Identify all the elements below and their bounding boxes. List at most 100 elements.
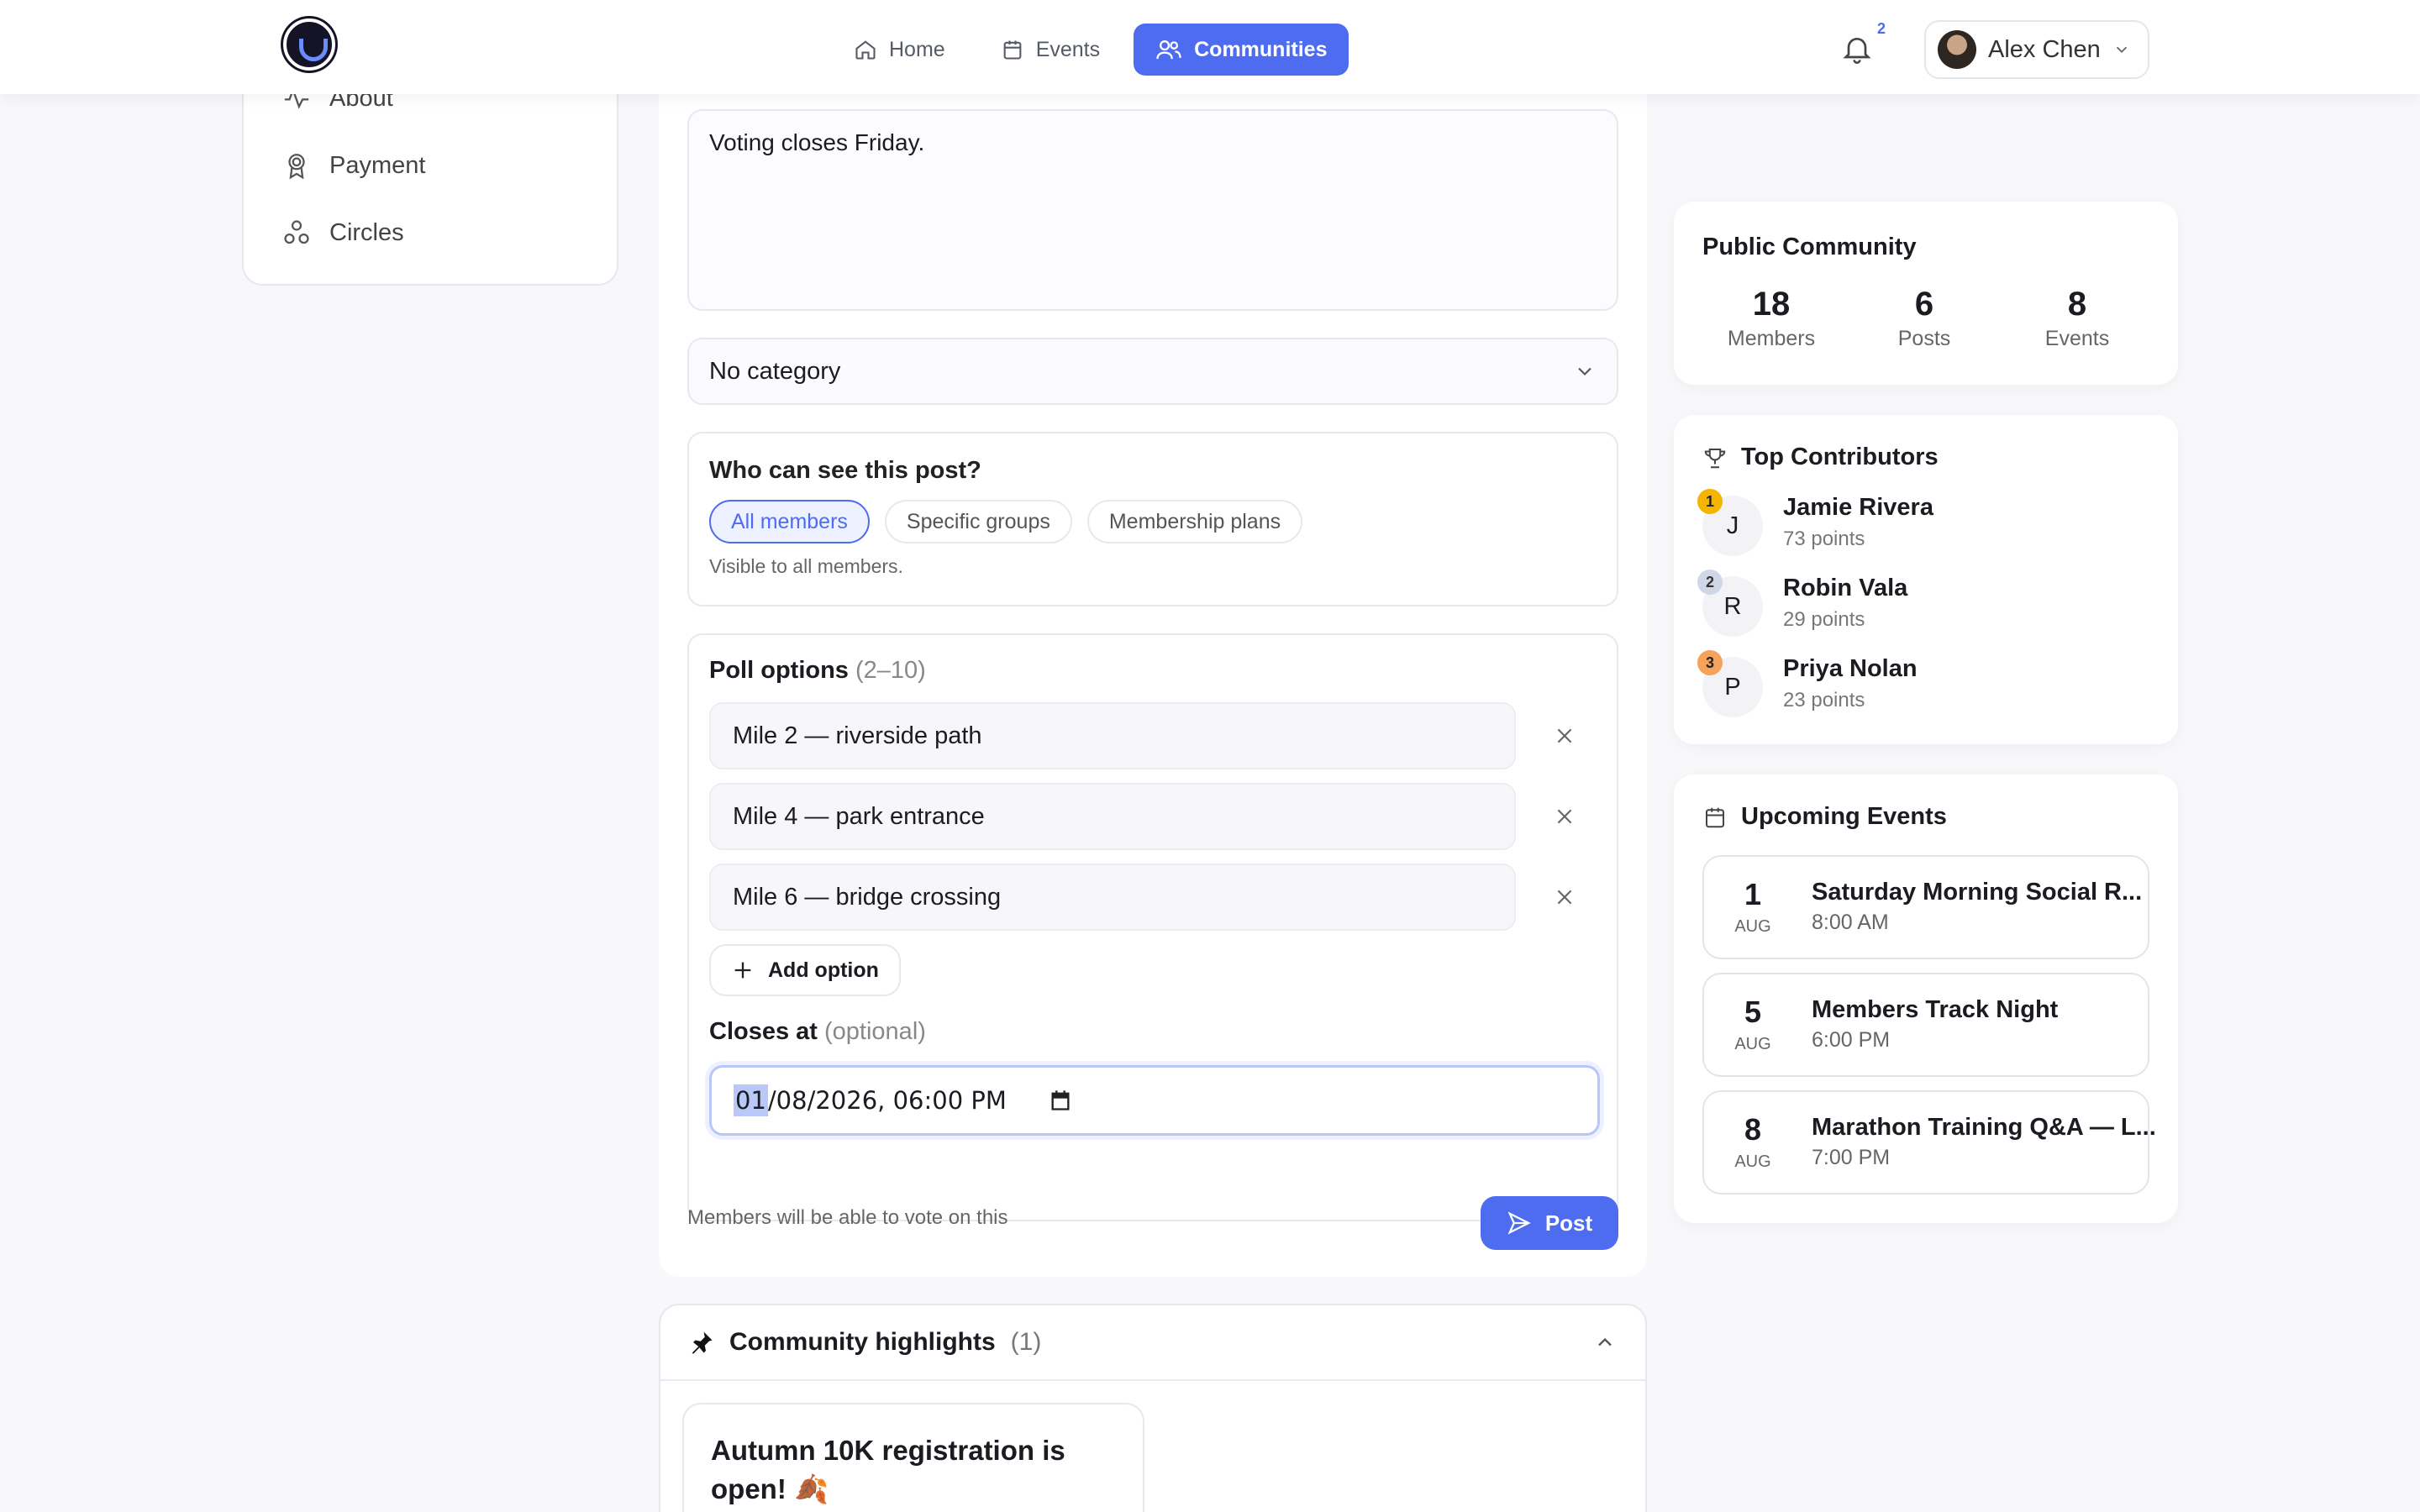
date-rest-segment: /08/2026, 06:00 PM (767, 1086, 1007, 1115)
sidebar-item-label: Circles (329, 218, 404, 246)
nav-home-label: Home (889, 37, 945, 61)
poll-option-value: Mile 2 — riverside path (733, 722, 982, 749)
calendar-icon (1706, 807, 1724, 827)
event-month: AUG (1734, 1152, 1771, 1171)
contributor-name: Jamie Rivera (1783, 494, 1933, 521)
event-item[interactable]: 5 AUG Members Track Night 6:00 PM (1702, 973, 2149, 1077)
event-day: 1 (1744, 877, 1762, 911)
circles-icon (284, 220, 309, 244)
calendar-icon (1003, 40, 1022, 60)
event-name: Marathon Training Q&A — L... (1812, 1114, 2156, 1141)
sidebar-item-payment[interactable]: Payment (282, 151, 425, 180)
contributors-header: Top Contributors (1702, 444, 1939, 471)
calendar-picker-icon[interactable] (1049, 1089, 1072, 1112)
highlight-post[interactable]: Autumn 10K registration is open! 🍂 (682, 1403, 1144, 1512)
event-month: AUG (1734, 1035, 1771, 1053)
highlights-header[interactable]: Community highlights (1) (660, 1305, 1645, 1381)
logo[interactable] (283, 18, 335, 71)
event-name: Saturday Morning Social R... (1812, 879, 2143, 906)
poll-option-input[interactable]: Mile 2 — riverside path (709, 702, 1516, 769)
trophy-icon (1704, 448, 1726, 468)
stat-label: Posts (1897, 327, 1951, 350)
rank-badge: 1 (1697, 489, 1723, 514)
post-button[interactable]: Post (1481, 1196, 1618, 1250)
poll-title-text: Poll options (709, 657, 849, 684)
close-icon (1557, 728, 1572, 743)
contributor-row[interactable]: R 2 Robin Vala 29 points (1697, 570, 2156, 637)
date-month-segment[interactable]: 01 (734, 1084, 768, 1116)
community-sidebar: About Payment Circles (242, 67, 618, 286)
chevron-up-icon[interactable] (1593, 1331, 1617, 1354)
home-icon (855, 40, 876, 60)
rank-badge: 2 (1697, 570, 1723, 595)
remove-option-button[interactable] (1549, 882, 1580, 912)
event-day: 5 (1744, 995, 1762, 1029)
nav-communities-label: Communities (1194, 37, 1328, 61)
remove-option-button[interactable] (1549, 801, 1580, 832)
stats-title: Public Community (1702, 234, 1917, 260)
category-select[interactable]: No category (687, 338, 1618, 405)
event-month: AUG (1734, 917, 1771, 936)
events-header: Upcoming Events (1702, 803, 1947, 831)
rank-badge: 3 (1697, 650, 1723, 675)
stat-label: Events (2044, 327, 2110, 350)
visibility-membership-plans[interactable]: Membership plans (1086, 500, 1303, 543)
upcoming-events-card: Upcoming Events 1 AUG Saturday Morning S… (1674, 774, 2178, 1223)
visibility-specific-groups[interactable]: Specific groups (884, 500, 1072, 543)
event-day: 8 (1744, 1112, 1762, 1147)
add-option-label: Add option (768, 958, 879, 982)
closes-at-text: Closes at (709, 1018, 818, 1045)
community-highlights: Community highlights (1) Autumn 10K regi… (659, 1304, 1647, 1512)
user-name: Alex Chen (1988, 35, 2101, 63)
contributor-row[interactable]: P 3 Priya Nolan 23 points (1697, 650, 2156, 717)
stat-posts: 6 Posts (1849, 286, 2000, 351)
main-nav: Home Events Communities (832, 24, 1349, 76)
top-bar: Home Events Communities 2 Alex Chen (0, 0, 2420, 94)
event-item[interactable]: 1 AUG Saturday Morning Social R... 8:00 … (1702, 855, 2149, 959)
event-time: 6:00 PM (1812, 1028, 1891, 1052)
pin-icon (692, 1331, 713, 1354)
add-option-button[interactable]: Add option (709, 944, 901, 996)
bell-icon[interactable] (1840, 32, 1874, 66)
category-value: No category (709, 357, 841, 385)
visibility-all-members[interactable]: All members (709, 500, 870, 543)
highlight-title: Autumn 10K registration is open! 🍂 (711, 1435, 1065, 1504)
event-time: 7:00 PM (1812, 1146, 1891, 1169)
events-title: Upcoming Events (1741, 803, 1947, 830)
notification-badge: 2 (1877, 20, 1886, 37)
plus-icon (734, 962, 751, 979)
visibility-note: Visible to all members. (709, 555, 903, 577)
highlights-title: Community highlights (729, 1328, 996, 1356)
nav-home[interactable]: Home (832, 24, 967, 76)
stat-value: 6 (1914, 286, 1934, 323)
poll-option-input[interactable]: Mile 4 — park entrance (709, 783, 1516, 850)
nav-communities[interactable]: Communities (1134, 24, 1349, 76)
nav-events[interactable]: Events (979, 24, 1122, 76)
poll-range: (2–10) (855, 657, 926, 684)
closes-at-datetime-input[interactable]: 01 /08/2026, 06:00 PM (709, 1065, 1600, 1136)
poll-option-value: Mile 4 — park entrance (733, 802, 985, 830)
poll-title: Poll options (2–10) (709, 657, 1597, 685)
post-body-textarea[interactable]: Voting closes Friday. (687, 109, 1618, 311)
post-composer: Voting closes Friday. No category Who ca… (659, 67, 1647, 1277)
users-icon (1156, 39, 1181, 60)
poll-option-input[interactable]: Mile 6 — bridge crossing (709, 864, 1516, 931)
award-icon (288, 154, 305, 180)
close-icon (1557, 890, 1572, 905)
contributor-row[interactable]: J 1 Jamie Rivera 73 points (1697, 489, 2156, 556)
stat-members: 18 Members (1696, 286, 1847, 351)
closes-at-label: Closes at (optional) (709, 1018, 926, 1046)
sidebar-item-circles[interactable]: Circles (282, 218, 404, 247)
chevron-down-icon (1578, 367, 1591, 375)
contributor-name: Priya Nolan (1783, 655, 1918, 682)
event-item[interactable]: 8 AUG Marathon Training Q&A — L... 7:00 … (1702, 1090, 2156, 1194)
visibility-section: Who can see this post? All members Speci… (687, 432, 1618, 606)
poll-option-value: Mile 6 — bridge crossing (733, 883, 1002, 911)
contributors-title: Top Contributors (1741, 444, 1939, 470)
send-icon (1507, 1211, 1531, 1235)
remove-option-button[interactable] (1549, 721, 1580, 751)
user-menu[interactable]: Alex Chen (1924, 20, 2149, 79)
close-icon (1557, 809, 1572, 824)
stat-label: Members (1727, 327, 1816, 350)
closes-at-optional: (optional) (824, 1018, 926, 1045)
